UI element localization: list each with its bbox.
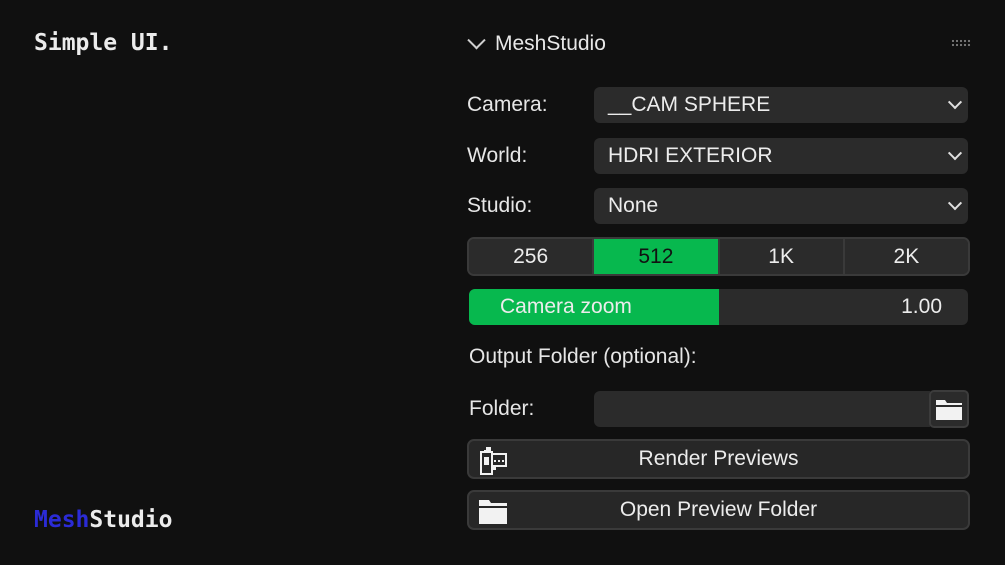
studio-value: None xyxy=(608,194,659,217)
chevron-down-icon xyxy=(947,95,963,110)
browse-folder-button[interactable] xyxy=(929,390,969,428)
chevron-down-icon xyxy=(947,196,963,211)
camera-zoom-value: 1.00 xyxy=(901,295,942,318)
camera-dropdown[interactable]: __CAM SPHERE xyxy=(594,87,968,123)
folder-row: Folder: xyxy=(467,390,971,428)
resolution-selector: 256 512 1K 2K xyxy=(467,237,970,276)
world-label: World: xyxy=(467,144,528,167)
camera-label: Camera: xyxy=(467,93,548,116)
brand-logo-mesh: Mesh xyxy=(34,507,90,533)
camera-zoom-slider[interactable]: Camera zoom 1.00 xyxy=(469,289,968,325)
drag-handle-icon[interactable] xyxy=(951,39,971,47)
panel-header[interactable]: MeshStudio xyxy=(467,28,971,60)
world-row: World: HDRI EXTERIOR xyxy=(467,138,971,174)
folder-input[interactable] xyxy=(594,391,930,427)
open-preview-folder-button[interactable]: Open Preview Folder xyxy=(467,490,970,530)
panel-title: MeshStudio xyxy=(495,32,606,55)
world-dropdown[interactable]: HDRI EXTERIOR xyxy=(594,138,968,174)
resolution-option-256[interactable]: 256 xyxy=(469,239,595,274)
camera-value: __CAM SPHERE xyxy=(608,93,771,116)
render-previews-button[interactable]: Render Previews xyxy=(467,439,970,479)
folder-icon xyxy=(936,400,962,420)
studio-row: Studio: None xyxy=(467,188,971,224)
resolution-option-512[interactable]: 512 xyxy=(594,239,720,274)
studio-dropdown[interactable]: None xyxy=(594,188,968,224)
resolution-option-1k[interactable]: 1K xyxy=(719,239,845,274)
film-camera-icon xyxy=(480,447,507,475)
brand-tagline: Simple UI. xyxy=(34,30,173,56)
camera-row: Camera: __CAM SPHERE xyxy=(467,87,971,123)
open-preview-folder-label: Open Preview Folder xyxy=(619,498,818,521)
camera-zoom-label: Camera zoom xyxy=(500,295,632,318)
brand-logo-studio: Studio xyxy=(89,507,173,533)
studio-label: Studio: xyxy=(467,194,533,217)
meshstudio-panel: MeshStudio Camera: __CAM SPHERE World: H… xyxy=(467,0,971,565)
folder-icon xyxy=(479,500,507,524)
chevron-down-icon xyxy=(947,146,963,161)
brand-logo: MeshStudio xyxy=(34,507,172,533)
world-value: HDRI EXTERIOR xyxy=(608,144,773,167)
render-previews-label: Render Previews xyxy=(638,447,799,470)
resolution-option-2k[interactable]: 2K xyxy=(844,239,968,274)
chevron-down-icon[interactable] xyxy=(467,30,486,49)
output-folder-heading: Output Folder (optional): xyxy=(469,345,697,368)
folder-label: Folder: xyxy=(469,397,535,420)
